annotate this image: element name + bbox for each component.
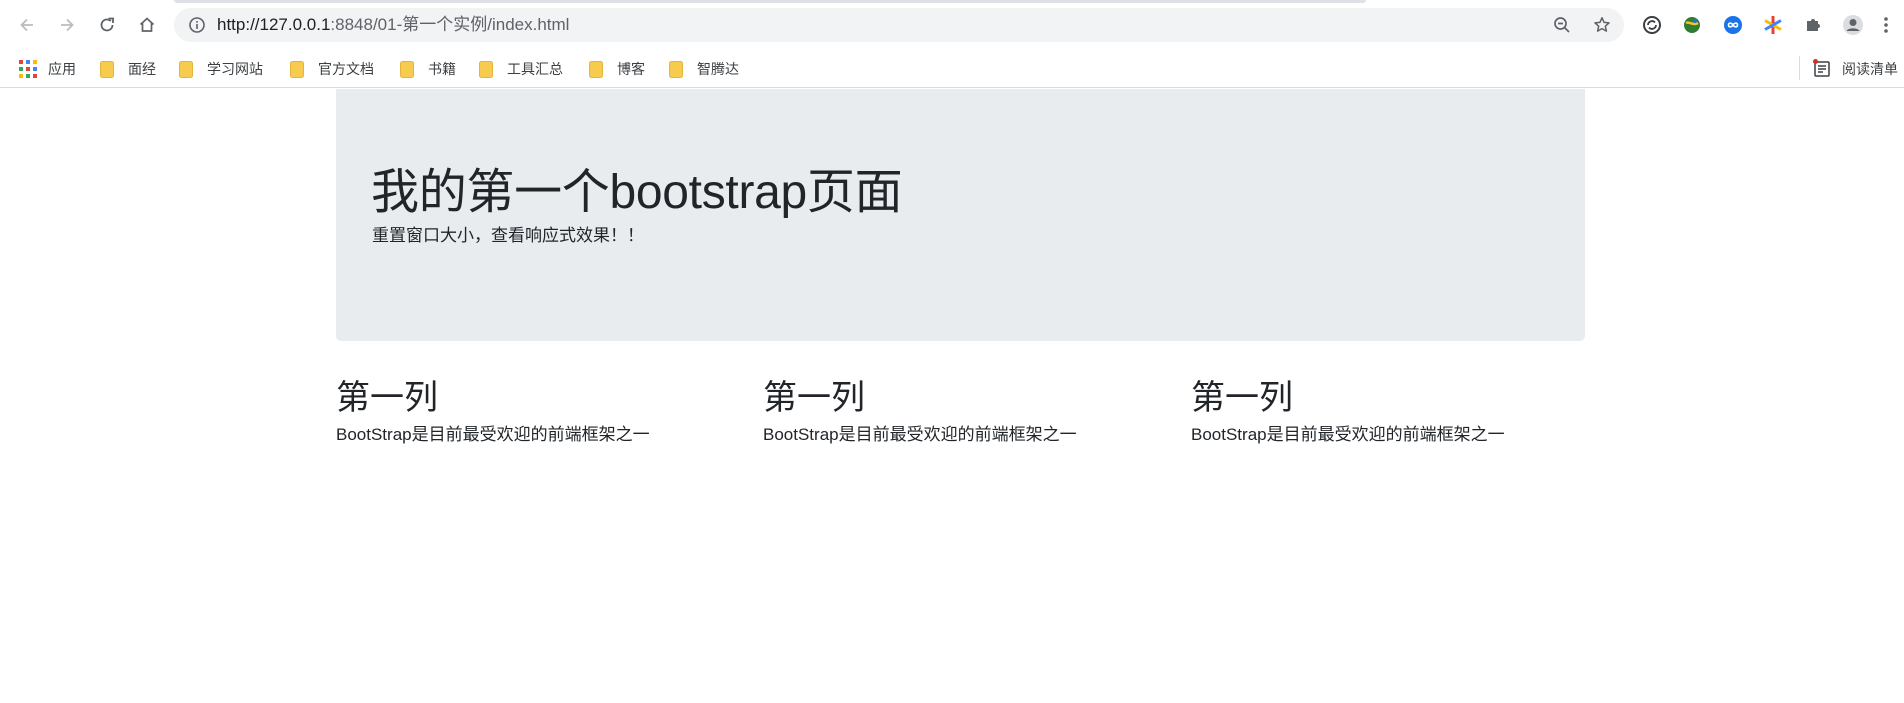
forward-arrow-icon: [61, 18, 74, 32]
home-button[interactable]: [131, 9, 163, 41]
column-3: 第一列 BootStrap是目前最受欢迎的前端框架之一: [1191, 378, 1591, 446]
reading-list-button[interactable]: 阅读清单: [1812, 59, 1898, 79]
browser-toolbar: http://127.0.0.1:8848/01-第一个实例/index.htm…: [0, 0, 1904, 50]
browser-menu-icon[interactable]: [1880, 14, 1892, 36]
folder-icon: [669, 60, 683, 78]
infinity-extension-icon[interactable]: [1722, 14, 1744, 36]
column-heading: 第一列: [1191, 379, 1293, 417]
page-subtitle: 重置窗口大小，查看响应式效果！！: [372, 226, 644, 245]
folder-icon: [589, 60, 603, 78]
bookmark-apps[interactable]: 应用: [19, 59, 76, 79]
column-1: 第一列 BootStrap是目前最受欢迎的前端框架之一: [336, 378, 736, 446]
bookmark-label: 学习网站: [207, 61, 263, 77]
bookmark-label: 面经: [128, 61, 156, 77]
column-text: BootStrap是目前最受欢迎的前端框架之一: [336, 425, 650, 444]
extensions-puzzle-icon[interactable]: [1802, 14, 1824, 36]
bookmark-folder-blog[interactable]: 博客: [589, 59, 645, 79]
url-host: http://127.0.0.1: [217, 15, 331, 34]
bookmark-folder-study-sites[interactable]: 学习网站: [179, 59, 263, 79]
sync-extension-icon[interactable]: [1641, 14, 1663, 36]
bookmark-label: 工具汇总: [507, 61, 563, 77]
back-button[interactable]: [11, 9, 43, 41]
zoom-out-icon[interactable]: [1552, 15, 1572, 35]
folder-icon: [100, 60, 114, 78]
column-text: BootStrap是目前最受欢迎的前端框架之一: [1191, 425, 1505, 444]
column-text: BootStrap是目前最受欢迎的前端框架之一: [763, 425, 1077, 444]
column-heading: 第一列: [763, 379, 865, 417]
reading-list-label: 阅读清单: [1842, 61, 1898, 77]
bookmark-folder-mianjing[interactable]: 面经: [100, 59, 156, 79]
folder-icon: [179, 60, 193, 78]
reload-button[interactable]: [91, 9, 123, 41]
address-bar[interactable]: http://127.0.0.1:8848/01-第一个实例/index.htm…: [174, 8, 1624, 42]
globe-extension-icon[interactable]: [1681, 14, 1703, 36]
bookmarks-divider: [1799, 56, 1800, 80]
folder-icon: [400, 60, 414, 78]
reading-list-icon: [1813, 59, 1830, 77]
bookmark-folder-official-docs[interactable]: 官方文档: [290, 59, 374, 79]
column-2: 第一列 BootStrap是目前最受欢迎的前端框架之一: [763, 378, 1163, 446]
page-title: 我的第一个bootstrap页面: [371, 166, 903, 219]
forward-button[interactable]: [51, 9, 83, 41]
site-info-icon[interactable]: [188, 16, 206, 34]
page-viewport: 我的第一个bootstrap页面 重置窗口大小，查看响应式效果！！ 第一列 Bo…: [0, 89, 1904, 703]
bookmark-label: 书籍: [428, 61, 456, 77]
tab-strip-edge: [174, 0, 1366, 3]
bookmark-folder-zhitengda[interactable]: 智腾达: [669, 59, 739, 79]
bookmark-label: 博客: [617, 61, 645, 77]
folder-icon: [479, 60, 493, 78]
bookmark-label: 智腾达: [697, 61, 739, 77]
url-path: :8848/01-第一个实例/index.html: [330, 15, 570, 34]
bookmark-folder-tools[interactable]: 工具汇总: [479, 59, 563, 79]
url-text[interactable]: http://127.0.0.1:8848/01-第一个实例/index.htm…: [217, 16, 569, 34]
bookmark-label: 官方文档: [318, 61, 374, 77]
jumbotron: 我的第一个bootstrap页面 重置窗口大小，查看响应式效果！！: [336, 89, 1585, 341]
reload-icon: [100, 17, 114, 32]
star-extension-icon[interactable]: [1762, 14, 1784, 36]
bookmark-folder-books[interactable]: 书籍: [400, 59, 456, 79]
home-icon: [139, 17, 155, 32]
bookmark-label: 应用: [48, 61, 76, 77]
back-arrow-icon: [20, 18, 33, 32]
bookmark-star-icon[interactable]: [1592, 15, 1612, 35]
profile-avatar-icon[interactable]: [1842, 14, 1864, 36]
folder-icon: [290, 60, 304, 78]
bookmarks-bar: 应用 面经 学习网站 官方文档 书籍 工具汇总 博客 智腾达: [0, 50, 1904, 88]
column-heading: 第一列: [336, 379, 438, 417]
apps-grid-icon: [19, 60, 37, 78]
